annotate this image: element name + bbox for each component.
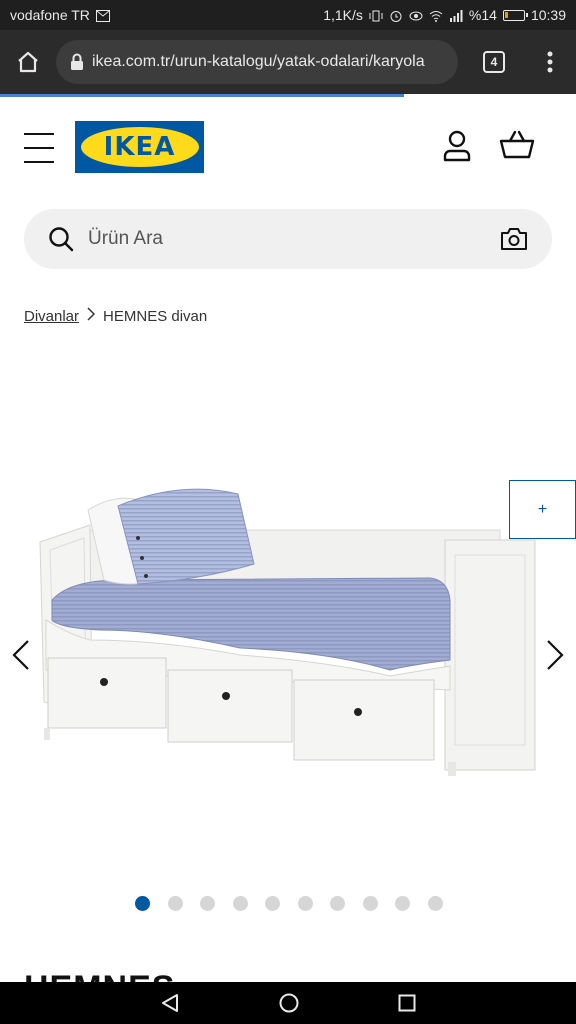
network-speed: 1,1K/s xyxy=(323,7,363,23)
camera-icon[interactable] xyxy=(500,227,528,251)
breadcrumb: Divanlar HEMNES divan xyxy=(24,307,207,325)
gallery-dot[interactable] xyxy=(297,896,313,911)
product-gallery: + xyxy=(0,340,576,880)
gallery-dot[interactable] xyxy=(427,896,443,911)
tab-switcher-button[interactable]: 4 xyxy=(458,30,530,94)
home-button[interactable] xyxy=(0,30,56,94)
address-bar[interactable]: ikea.com.tr/urun-katalogu/yatak-odalari/… xyxy=(56,40,458,84)
logo-text: IKEA xyxy=(103,132,176,162)
recents-icon[interactable] xyxy=(397,993,417,1013)
search-icon xyxy=(49,227,74,252)
gallery-dot[interactable] xyxy=(135,896,150,911)
signal-icon xyxy=(449,9,463,22)
gallery-dot[interactable] xyxy=(232,896,248,911)
profile-button[interactable] xyxy=(440,129,474,163)
clock: 10:39 xyxy=(530,7,566,23)
breadcrumb-current: HEMNES divan xyxy=(103,307,208,325)
product-title: HEMNES xyxy=(24,968,175,982)
battery-percent: %14 xyxy=(468,7,497,23)
gallery-dot[interactable] xyxy=(265,896,280,911)
gallery-next-button[interactable] xyxy=(542,635,568,675)
cart-button[interactable] xyxy=(498,129,536,163)
search-bar[interactable]: Ürün Ara xyxy=(24,209,552,269)
back-icon[interactable] xyxy=(159,992,181,1014)
chevron-right-icon xyxy=(87,307,96,325)
search-input[interactable]: Ürün Ara xyxy=(88,228,500,250)
gallery-prev-button[interactable] xyxy=(8,635,34,675)
home-icon xyxy=(18,51,38,73)
breadcrumb-link-divanlar[interactable]: Divanlar xyxy=(24,308,79,325)
vibrate-icon xyxy=(369,9,383,22)
browser-toolbar: ikea.com.tr/urun-katalogu/yatak-odalari/… xyxy=(0,30,576,94)
eye-icon xyxy=(409,9,423,21)
chevron-right-icon xyxy=(547,640,564,670)
lock-icon xyxy=(71,53,83,70)
gallery-dot[interactable] xyxy=(362,896,378,911)
gallery-dot[interactable] xyxy=(200,896,215,911)
gallery-dot[interactable] xyxy=(167,896,183,911)
home-circle-icon[interactable] xyxy=(278,992,300,1014)
product-image-daybed[interactable] xyxy=(30,480,550,780)
menu-hamburger-icon[interactable] xyxy=(24,133,54,163)
basket-icon xyxy=(499,130,535,159)
battery-icon xyxy=(502,9,528,21)
gallery-dot[interactable] xyxy=(395,896,410,911)
gallery-dot[interactable] xyxy=(330,896,345,911)
user-icon xyxy=(443,130,471,162)
message-icon xyxy=(95,9,110,22)
url-text: ikea.com.tr/urun-katalogu/yatak-odalari/… xyxy=(92,53,425,70)
more-vertical-icon xyxy=(547,51,553,73)
wifi-icon xyxy=(429,9,443,22)
android-navigation-bar xyxy=(0,982,576,1024)
chevron-left-icon xyxy=(12,640,29,670)
tab-count: 4 xyxy=(483,51,505,73)
gallery-pagination xyxy=(135,896,443,911)
alarm-icon xyxy=(389,9,403,22)
site-header: IKEA xyxy=(0,97,576,197)
browser-menu-button[interactable] xyxy=(530,30,570,94)
ikea-logo[interactable]: IKEA xyxy=(75,121,204,173)
product-hotspot-button[interactable]: + xyxy=(509,480,576,539)
status-bar: vodafone TR 1,1K/s %14 10:39 xyxy=(0,0,576,30)
carrier-name: vodafone TR xyxy=(10,7,90,23)
